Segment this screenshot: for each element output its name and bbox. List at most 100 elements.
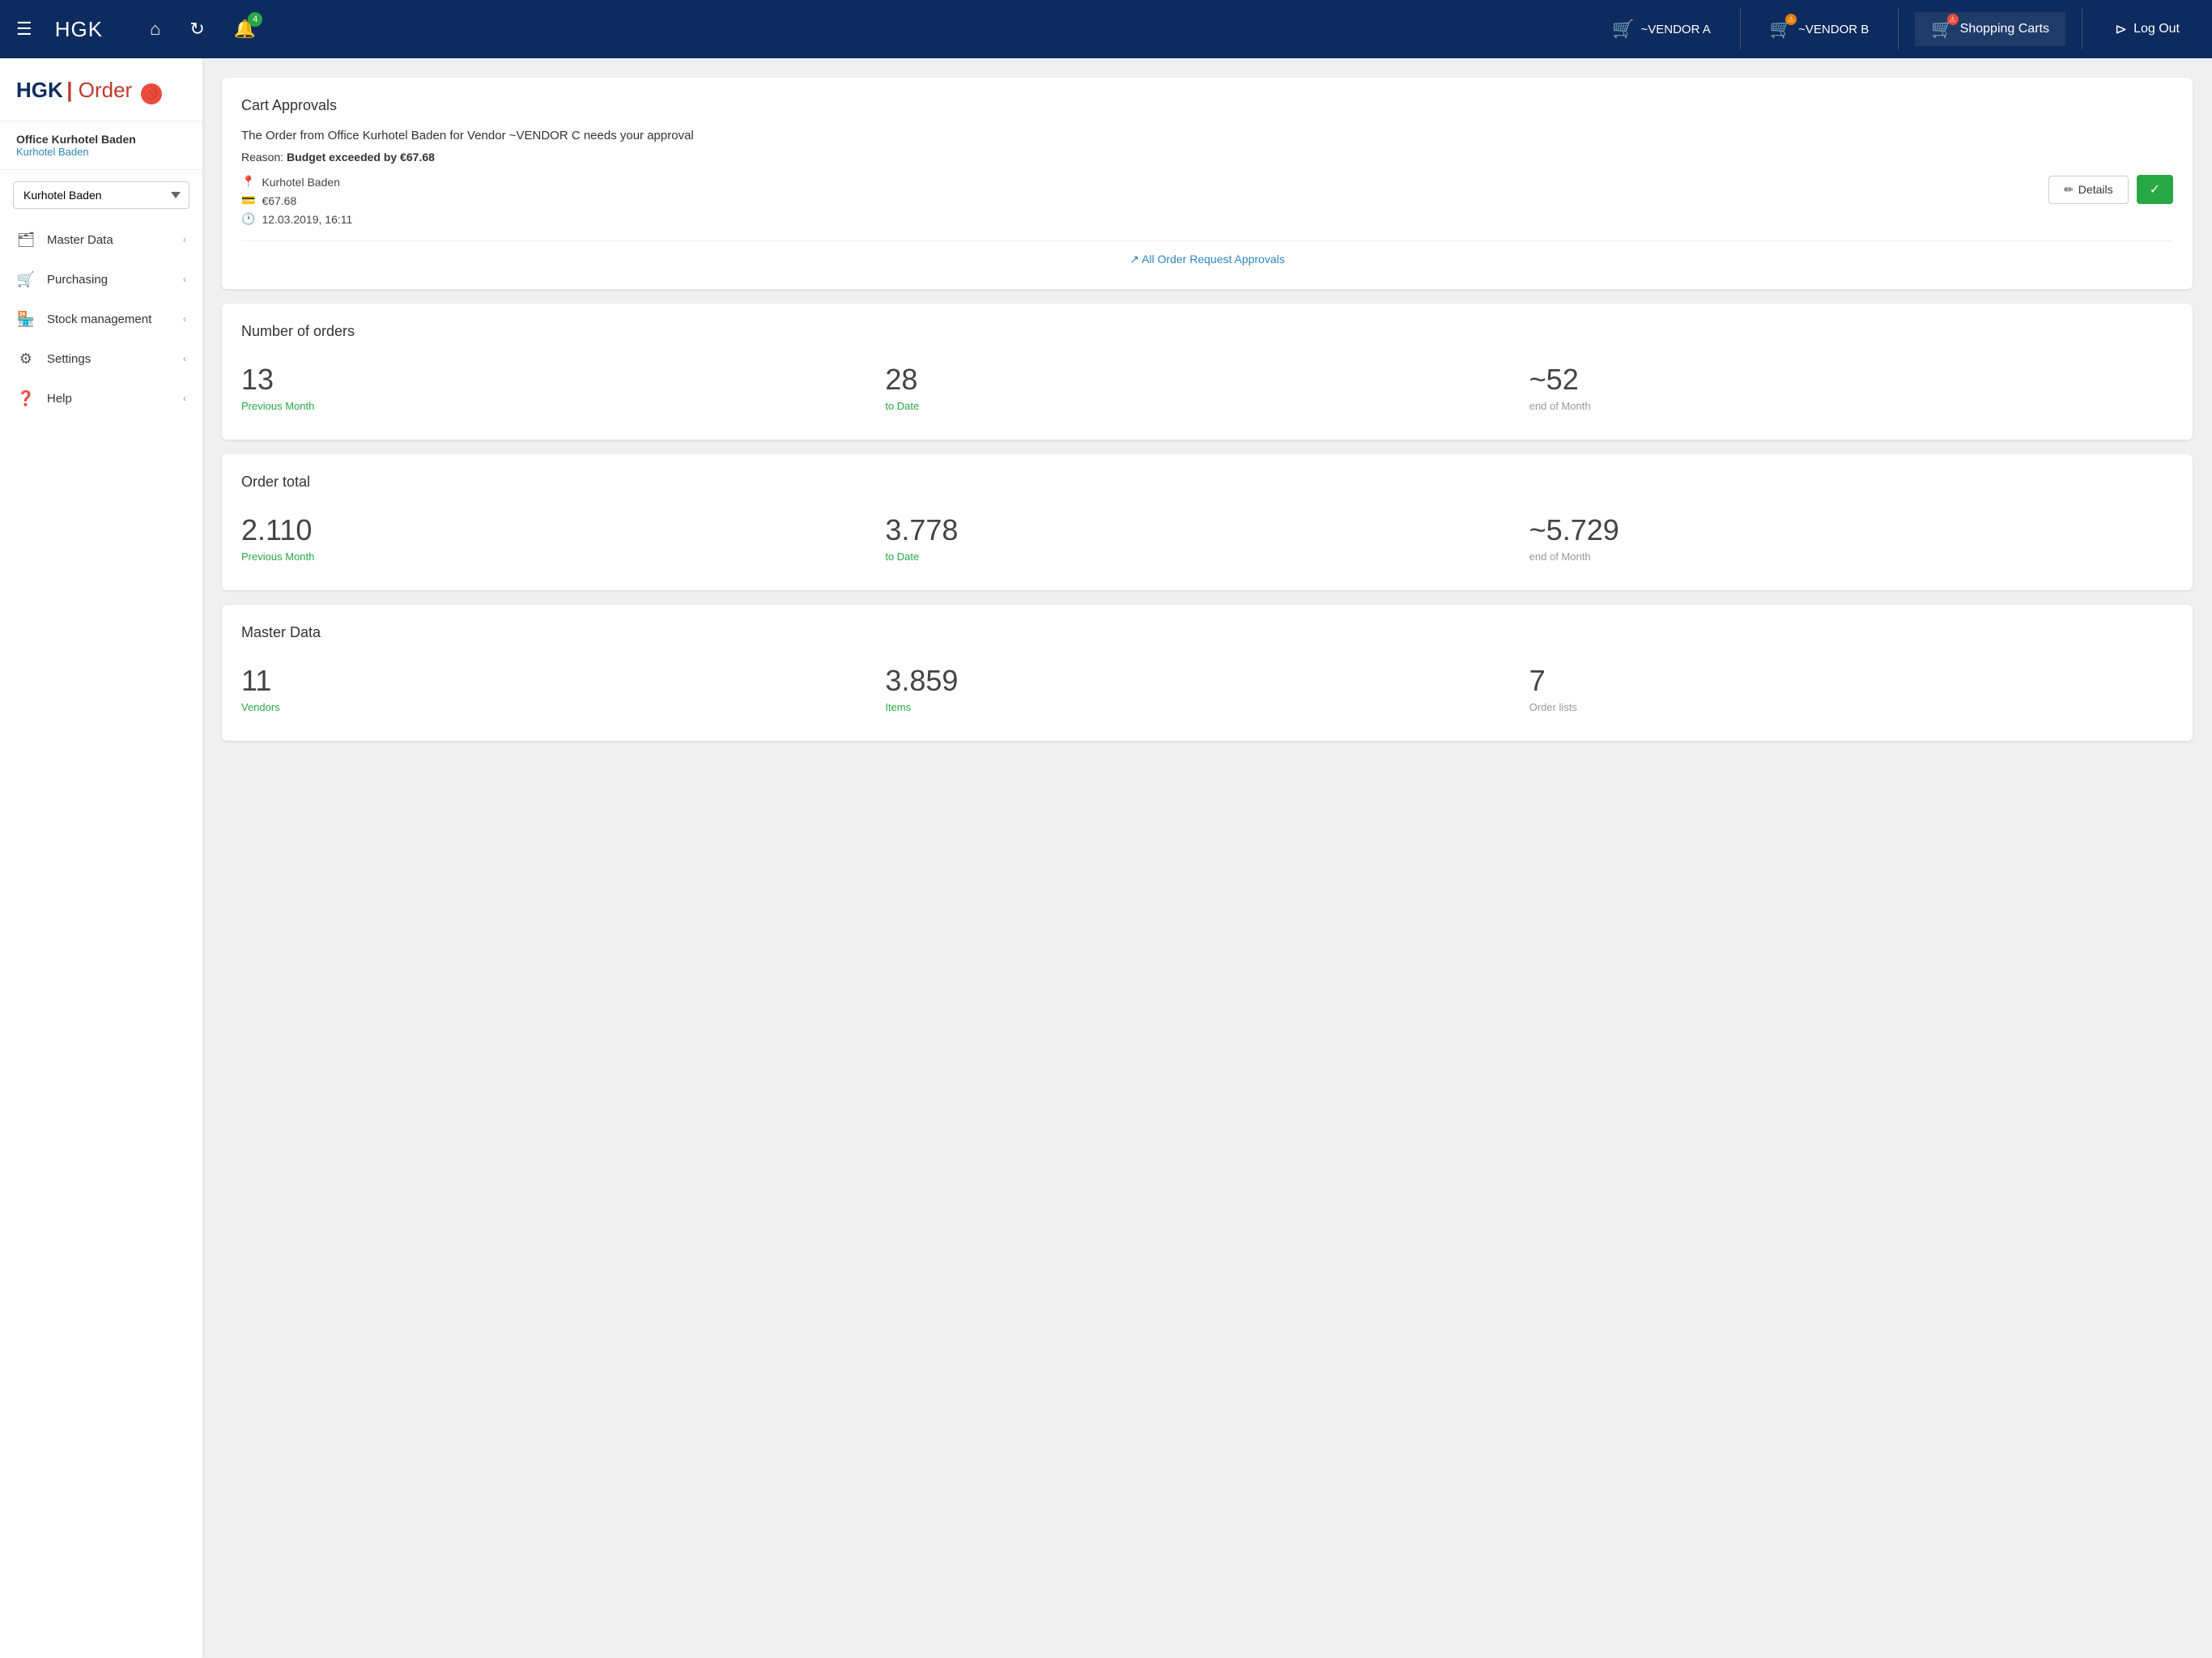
details-edit-icon: ✏	[2064, 183, 2074, 197]
master-data-label-1: Items	[885, 701, 1529, 713]
orders-stat-1: 28 to Date	[885, 355, 1529, 420]
vendor-b-label: ~VENDOR B	[1798, 23, 1869, 36]
details-button[interactable]: ✏ Details	[2048, 176, 2129, 204]
stock-icon: 🏪	[16, 311, 36, 328]
sidebar-item-master-data[interactable]: 🗂 Master Data ‹	[0, 220, 202, 260]
clock-icon: 🕐	[241, 212, 255, 226]
home-icon[interactable]: ⌂	[150, 19, 160, 40]
chevron-icon: ‹	[183, 234, 186, 245]
location-icon: 📍	[241, 175, 255, 189]
master-data-stat-2: 7 Order lists	[1529, 656, 2173, 721]
approval-message: The Order from Office Kurhotel Baden for…	[241, 129, 2173, 142]
logout-button[interactable]: ⊳ Log Out	[2099, 15, 2196, 45]
approval-amount-text: €67.68	[262, 194, 296, 207]
chevron-icon-5: ‹	[183, 393, 186, 404]
approval-timestamp-text: 12.03.2019, 16:11	[262, 213, 352, 226]
approve-check-icon: ✓	[2150, 183, 2160, 197]
sidebar-item-purchasing[interactable]: 🛒 Purchasing ‹	[0, 260, 202, 300]
chevron-icon-2: ‹	[183, 274, 186, 285]
order-total-stat-2: ~5.729 end of Month	[1529, 505, 2173, 571]
orders-stat-2: ~52 end of Month	[1529, 355, 2173, 420]
master-data-title: Master Data	[241, 624, 2173, 641]
orders-value-1: 28	[885, 363, 1529, 397]
sidebar-item-help[interactable]: ❓ Help ‹	[0, 379, 202, 419]
vendor-b-button[interactable]: 🛒 ⚠ ~VENDOR B	[1757, 12, 1882, 46]
vendor-b-alert: ⚠	[1785, 14, 1797, 25]
master-data-stats-row: 11 Vendors 3.859 Items 7 Order lists	[241, 656, 2173, 721]
approve-button[interactable]: ✓	[2137, 175, 2173, 204]
approval-info: 📍 Kurhotel Baden 💳 €67.68 🕐 12.03.2019, …	[241, 175, 352, 226]
sidebar-logo: HGK | Order 🚫	[0, 78, 202, 121]
master-data-label-0: Vendors	[241, 701, 885, 713]
sidebar-label-help: Help	[47, 392, 72, 406]
master-data-stat-0: 11 Vendors	[241, 656, 885, 721]
approval-location-text: Kurhotel Baden	[262, 176, 340, 189]
approval-reason: Reason: Budget exceeded by €67.68	[241, 151, 2173, 164]
org-name: Office Kurhotel Baden	[16, 133, 186, 146]
shopping-carts-alert: ⚠	[1947, 14, 1959, 25]
chevron-icon-3: ‹	[183, 313, 186, 325]
top-navigation: ☰ HGK ⌂ ↻ 🔔 4 🛒 ~VENDOR A 🛒 ⚠ ~VENDOR B …	[0, 0, 2212, 58]
orders-value-2: ~52	[1529, 363, 2173, 397]
hamburger-icon[interactable]: ☰	[16, 19, 32, 40]
master-data-stat-1: 3.859 Items	[885, 656, 1529, 721]
settings-icon: ⚙	[16, 351, 36, 368]
orders-stat-0: 13 Previous Month	[241, 355, 885, 420]
orders-label-1: to Date	[885, 400, 1529, 412]
master-data-value-0: 11	[241, 664, 885, 698]
order-total-stat-1: 3.778 to Date	[885, 505, 1529, 571]
master-data-value-2: 7	[1529, 664, 2173, 698]
sidebar-org: Office Kurhotel Baden Kurhotel Baden	[0, 121, 202, 170]
shopping-carts-button[interactable]: 🛒 ⚠ Shopping Carts	[1915, 12, 2065, 46]
org-sub: Kurhotel Baden	[16, 146, 186, 158]
app-layout: HGK | Order 🚫 Office Kurhotel Baden Kurh…	[0, 58, 2212, 1658]
approval-amount: 💳 €67.68	[241, 193, 352, 207]
orders-label-2: end of Month	[1529, 400, 2173, 412]
logout-icon: ⊳	[2115, 21, 2127, 38]
vendor-separator	[1740, 9, 1741, 49]
master-data-icon: 🗂	[16, 232, 36, 249]
purchasing-icon: 🛒	[16, 271, 36, 288]
vendor-a-label: ~VENDOR A	[1640, 23, 1710, 36]
logo-order: Order	[79, 78, 132, 102]
order-total-value-2: ~5.729	[1529, 513, 2173, 547]
all-approvals-link[interactable]: ↗ All Order Request Approvals	[241, 240, 2173, 270]
bell-icon[interactable]: 🔔 4	[234, 19, 256, 40]
master-data-card: Master Data 11 Vendors 3.859 Items 7 Ord…	[222, 605, 2193, 741]
master-data-label-2: Order lists	[1529, 701, 2173, 713]
org-select[interactable]: Kurhotel Baden	[13, 181, 189, 209]
vendor-a-button[interactable]: 🛒 ~VENDOR A	[1599, 12, 1724, 46]
order-total-card: Order total 2.110 Previous Month 3.778 t…	[222, 454, 2193, 590]
logo-hgk: HGK	[16, 78, 63, 102]
vendor-separator-2	[1898, 9, 1899, 49]
refresh-icon[interactable]: ↻	[189, 19, 204, 40]
reason-prefix: Reason:	[241, 151, 287, 164]
details-button-label: Details	[2078, 183, 2113, 196]
sidebar-select-container: Kurhotel Baden	[13, 181, 189, 209]
logo-icon: 🚫	[141, 83, 162, 104]
order-total-label-1: to Date	[885, 551, 1529, 563]
approval-details-row: 📍 Kurhotel Baden 💳 €67.68 🕐 12.03.2019, …	[241, 175, 2173, 226]
logo-pipe: |	[66, 78, 79, 102]
sidebar: HGK | Order 🚫 Office Kurhotel Baden Kurh…	[0, 58, 202, 1658]
orders-stats-row: 13 Previous Month 28 to Date ~52 end of …	[241, 355, 2173, 420]
order-total-stat-0: 2.110 Previous Month	[241, 505, 885, 571]
shopping-carts-label: Shopping Carts	[1960, 22, 2049, 36]
master-data-value-1: 3.859	[885, 664, 1529, 698]
logout-label: Log Out	[2133, 22, 2180, 36]
order-total-stats-row: 2.110 Previous Month 3.778 to Date ~5.72…	[241, 505, 2173, 571]
sidebar-nav: 🗂 Master Data ‹ 🛒 Purchasing ‹ 🏪 Stock m…	[0, 220, 202, 419]
chevron-icon-4: ‹	[183, 353, 186, 364]
help-icon: ❓	[16, 390, 36, 407]
orders-label-0: Previous Month	[241, 400, 885, 412]
sidebar-label-purchasing: Purchasing	[47, 273, 108, 287]
orders-title: Number of orders	[241, 323, 2173, 340]
sidebar-label-stock: Stock management	[47, 312, 151, 326]
order-total-label-0: Previous Month	[241, 551, 885, 563]
approval-timestamp: 🕐 12.03.2019, 16:11	[241, 212, 352, 226]
amount-icon: 💳	[241, 193, 255, 207]
sidebar-item-settings[interactable]: ⚙ Settings ‹	[0, 339, 202, 379]
cart-approvals-title: Cart Approvals	[241, 97, 2173, 114]
approval-actions: ✏ Details ✓	[2048, 175, 2173, 204]
sidebar-item-stock-management[interactable]: 🏪 Stock management ‹	[0, 300, 202, 339]
